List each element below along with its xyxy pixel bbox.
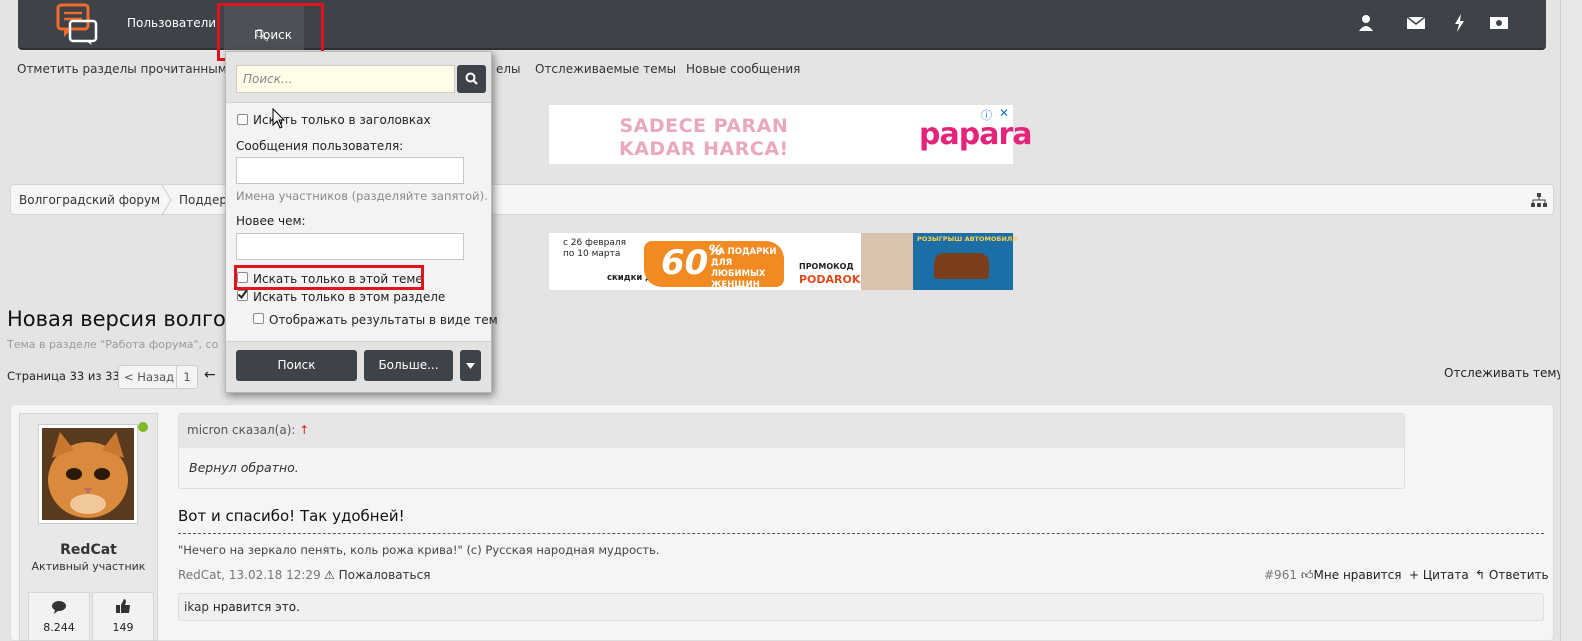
prev-page-button[interactable]: < Назад <box>118 365 181 389</box>
thread-subtitle: Тема в разделе "Работа форума", со <box>7 338 219 351</box>
this-forum-label: Искать только в этом разделе <box>253 290 446 304</box>
breadcrumb-item-forum[interactable]: Волгоградский форум <box>19 193 160 207</box>
user-messages-field[interactable] <box>236 157 464 184</box>
reply-button[interactable]: ↰ Ответить <box>1475 568 1549 582</box>
post-meta-author[interactable]: RedCat, 13.02.18 12:29 <box>178 568 321 582</box>
like-button[interactable]: 👍︎Мне нравится <box>1301 568 1401 583</box>
likes-text: ikap нравится это. <box>184 600 300 614</box>
this-forum-checkbox[interactable] <box>237 289 248 301</box>
pagination-arrow[interactable]: ← <box>204 367 216 383</box>
search-submit-button[interactable] <box>457 65 486 93</box>
search-icon <box>465 72 478 85</box>
online-indicator <box>138 422 148 432</box>
stat-messages-count: 8.244 <box>43 621 75 634</box>
ad2-car-banner: РОЗЫГРЫШ АВТОМОБИЛЯ <box>917 235 1018 243</box>
mouse-cursor-icon <box>272 108 286 129</box>
nav-users-link[interactable]: Пользователи <box>127 16 216 30</box>
quote-text: Вернул обратно. <box>189 460 299 475</box>
post-message: Вот и спасибо! Так удобней! <box>178 507 405 525</box>
lightning-icon[interactable] <box>1450 13 1470 33</box>
new-messages-link[interactable]: Новые сообщения <box>686 62 800 76</box>
quote-button[interactable]: + Цитата <box>1409 568 1469 582</box>
ad1-line1: SADECE PARAN <box>619 115 789 137</box>
more-options-dropdown-button[interactable] <box>460 350 481 381</box>
ad-info-icon[interactable]: ⓘ <box>981 107 992 123</box>
search-input[interactable] <box>236 65 455 93</box>
breadcrumb-separator <box>161 185 172 215</box>
as-threads-checkbox[interactable] <box>253 313 264 324</box>
post-username[interactable]: RedCat <box>19 542 158 558</box>
likes-summary <box>178 593 1544 621</box>
stat-likes: 149 <box>92 592 154 641</box>
money-icon[interactable] <box>1489 13 1509 33</box>
thread-title: Новая версия волго <box>7 307 226 331</box>
more-button[interactable]: Больше... <box>364 350 453 381</box>
checkmark-icon <box>237 289 248 300</box>
post-number[interactable]: #961 <box>1264 568 1297 582</box>
ad-banner-papara[interactable]: SADECE PARAN KADAR HARCA! papara ⓘ ✕ <box>549 105 1032 164</box>
envelope-icon[interactable] <box>1406 13 1426 33</box>
forum-logo[interactable] <box>56 3 100 45</box>
ad2-promo-label: ПРОМОКОД <box>799 262 854 271</box>
newer-than-field[interactable] <box>236 233 464 260</box>
stat-messages: 8.244 <box>28 592 90 641</box>
page-scrollbar[interactable] <box>1560 0 1582 641</box>
avatar[interactable] <box>38 424 138 524</box>
mark-read-link[interactable]: Отметить разделы прочитанными <box>17 62 235 76</box>
user-icon[interactable] <box>1356 13 1376 33</box>
search-button[interactable]: Поиск <box>236 350 357 381</box>
thumbs-up-small-icon: 👍︎ <box>1301 568 1314 582</box>
signature: "Нечего на зеркало пенять, коль рожа кри… <box>178 543 660 557</box>
ad1-line2: KADAR HARCA! <box>619 138 789 160</box>
report-button[interactable]: ⚠ Пожаловаться <box>324 568 430 582</box>
user-title: Активный участник <box>31 560 146 573</box>
likes-user-link[interactable]: ikap <box>184 600 209 614</box>
watched-threads-link[interactable]: Отслеживаемые темы <box>535 62 676 76</box>
ad2-gifts: НА ПОДАРКИ ДЛЯ ЛЮБИМЫХ ЖЕНЩИН <box>711 247 777 290</box>
reply-icon: ↰ <box>1475 568 1486 582</box>
page-label: Страница 33 из 33 <box>7 369 120 383</box>
user-names-hint: Имена участников (разделяйте запятой). <box>236 189 488 203</box>
as-threads-label: Отображать результаты в виде тем <box>269 313 498 327</box>
papara-logo: papara <box>919 117 1032 152</box>
comments-icon <box>52 601 66 614</box>
warning-icon: ⚠ <box>324 568 335 582</box>
highlight-box-this-thread <box>234 265 424 290</box>
watch-thread-link[interactable]: Отслеживать тему <box>1444 366 1564 380</box>
quote-author[interactable]: micron сказал(а): ↑ <box>187 423 309 437</box>
signature-divider <box>178 533 1544 534</box>
user-messages-label: Сообщения пользователя: <box>236 139 404 153</box>
caret-down-icon <box>466 363 475 369</box>
quote-header <box>179 414 1404 448</box>
subnav-partial-link[interactable]: елы <box>496 62 521 76</box>
titles-only-checkbox[interactable] <box>237 114 248 125</box>
sitemap-icon[interactable] <box>1531 193 1547 207</box>
ad-banner-gifts[interactable]: с 26 февраля по 10 марта скидки до 60% Н… <box>549 233 1017 290</box>
page-1-button[interactable]: 1 <box>176 365 198 389</box>
newer-than-label: Новее чем: <box>236 214 306 228</box>
ad2-dates: с 26 февраля по 10 марта <box>563 238 627 259</box>
stat-likes-count: 149 <box>112 621 134 634</box>
ad2-promo-code: PODAROK8 <box>799 273 869 286</box>
quote-jump-arrow[interactable]: ↑ <box>299 423 309 437</box>
ad-close-icon[interactable]: ✕ <box>999 106 1009 120</box>
thumbs-up-icon <box>116 599 130 613</box>
